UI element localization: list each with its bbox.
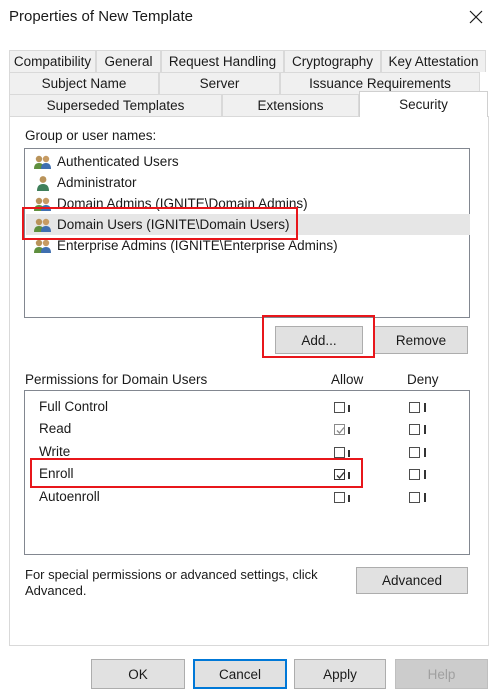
advanced-note: For special permissions or advanced sett… (25, 567, 318, 599)
permissions-label: Permissions for Domain Users (25, 372, 208, 387)
highlight-add-button (262, 315, 375, 358)
autoenroll-deny-checkbox[interactable] (409, 492, 420, 503)
remove-button[interactable]: Remove (374, 326, 468, 354)
tick-mark (424, 470, 426, 479)
full-control-deny-checkbox[interactable] (409, 402, 420, 413)
list-item-label: Authenticated Users (57, 154, 179, 169)
apply-button[interactable]: Apply (294, 659, 386, 689)
permission-name: Read (39, 421, 72, 436)
tick-mark (424, 493, 426, 502)
enroll-deny-checkbox[interactable] (409, 469, 420, 480)
tick-mark (348, 427, 350, 434)
highlight-domain-users (22, 207, 298, 240)
help-button[interactable]: Help (395, 659, 488, 689)
background-window-edge (494, 36, 500, 596)
list-item[interactable]: Administrator (26, 172, 470, 193)
tab-general[interactable]: General (96, 50, 161, 72)
advanced-button[interactable]: Advanced (356, 567, 468, 594)
tick-mark (424, 425, 426, 434)
tick-mark (348, 405, 350, 412)
tab-subject-name[interactable]: Subject Name (9, 72, 159, 94)
tab-superseded-templates[interactable]: Superseded Templates (9, 94, 222, 116)
tab-key-attestation[interactable]: Key Attestation (381, 50, 486, 72)
close-icon[interactable] (462, 4, 490, 30)
user-icon (33, 175, 53, 191)
permission-name: Autoenroll (39, 489, 100, 504)
tick-mark (424, 403, 426, 412)
group-names-label: Group or user names: (25, 128, 157, 143)
list-item-label: Administrator (57, 175, 137, 190)
read-deny-checkbox[interactable] (409, 424, 420, 435)
tab-compatibility[interactable]: Compatibility (9, 50, 96, 72)
title-bar: Properties of New Template (0, 0, 500, 34)
list-item[interactable]: Authenticated Users (26, 151, 470, 172)
list-item-label: Enterprise Admins (IGNITE\Enterprise Adm… (57, 238, 338, 253)
allow-column-header: Allow (331, 372, 364, 387)
permission-name: Full Control (39, 399, 109, 414)
permission-name: Write (39, 444, 71, 459)
tab-security[interactable]: Security (359, 91, 488, 117)
tab-server[interactable]: Server (159, 72, 280, 94)
advanced-note-line1: For special permissions or advanced sett… (25, 567, 318, 582)
advanced-note-line2: Advanced. (25, 583, 87, 598)
deny-column-header: Deny (407, 372, 439, 387)
autoenroll-allow-checkbox[interactable] (334, 492, 345, 503)
write-deny-checkbox[interactable] (409, 447, 420, 458)
tab-extensions[interactable]: Extensions (222, 94, 359, 116)
tab-request-handling[interactable]: Request Handling (161, 50, 284, 72)
read-allow-checkbox[interactable] (334, 424, 345, 435)
full-control-allow-checkbox[interactable] (334, 402, 345, 413)
users-group-icon (33, 154, 53, 170)
highlight-enroll-row (30, 458, 363, 488)
tab-cryptography[interactable]: Cryptography (284, 50, 381, 72)
tick-mark (424, 448, 426, 457)
write-allow-checkbox[interactable] (334, 447, 345, 458)
tick-mark (348, 495, 350, 502)
cancel-button[interactable]: Cancel (193, 659, 287, 689)
window-title: Properties of New Template (9, 8, 193, 25)
tick-mark (348, 450, 350, 457)
ok-button[interactable]: OK (91, 659, 185, 689)
